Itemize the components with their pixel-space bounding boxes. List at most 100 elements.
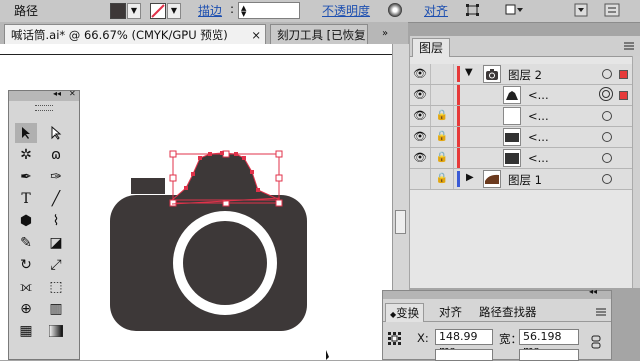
tab-document-inactive[interactable]: 刻刀工具 [已恢复 [270,24,368,44]
sublayer-name[interactable]: <... [528,151,549,165]
lock-icon[interactable]: 🔒 [431,148,454,168]
constrain-proportions-icon[interactable] [589,335,603,349]
layer-name[interactable]: 图层 1 [508,172,542,188]
chart-tool-icon[interactable]: ▥ [45,299,67,319]
y-field[interactable] [435,349,493,361]
lock-slot[interactable] [431,85,454,105]
curvature-tool-icon[interactable]: ✑ [45,167,67,187]
lens-inner[interactable] [183,221,267,305]
reference-point-icon[interactable] [387,331,403,347]
tab-align[interactable]: 对齐 [435,303,466,321]
lock-icon[interactable]: 🔒 [431,127,454,147]
panel-menu-icon[interactable] [574,3,588,17]
width-tool-icon[interactable]: ⟗ [15,277,37,297]
collapse-triangle-icon[interactable]: ▶ [466,172,474,183]
layers-tab[interactable]: 图层 [412,38,451,57]
selection-indicator[interactable] [619,91,628,100]
eye-icon[interactable]: 👁 [410,64,431,84]
shape-builder-tool-icon[interactable]: ⊕ [15,299,37,319]
sublayer-name[interactable]: <... [528,88,549,102]
stroke-dropdown[interactable]: ▼ [167,3,181,19]
target-circle-selected-icon[interactable] [599,87,613,101]
stroke-weight-field[interactable]: ▲ ▼ [238,2,300,19]
lock-slot[interactable] [431,64,454,84]
stroke-swatch[interactable] [150,3,166,19]
eraser-tool-icon[interactable]: ◪ [45,233,67,253]
lock-icon[interactable]: 🔒 [431,169,454,189]
type-tool-icon[interactable]: T [15,189,37,209]
eye-icon[interactable]: 👁 [410,106,431,126]
layer-name[interactable]: 图层 2 [508,67,542,83]
layer-color-bar [457,85,460,105]
layer-row-layer1[interactable]: 🔒 ▶ 图层 1 [410,169,632,190]
free-transform-tool-icon[interactable]: ⬚ [45,277,67,297]
collapse-icon[interactable]: ◂◂ [589,287,597,296]
target-circle-icon[interactable] [602,153,612,163]
sublayer-name[interactable]: <... [528,109,549,123]
arrange-icon[interactable] [505,3,525,17]
stepper-icon[interactable]: ▲ ▼ [241,5,246,18]
cursor-arrow-icon [326,350,329,360]
target-circle-icon[interactable] [602,132,612,142]
sublayer-row[interactable]: 👁 🔒 <... [410,127,632,148]
scale-tool-icon[interactable]: ⤢ [45,255,67,275]
tools-panel-header[interactable]: ◂◂ ✕ [9,89,79,101]
collapse-icon[interactable]: ◂◂ [53,89,61,98]
h-field[interactable] [519,349,579,361]
fill-swatch[interactable] [110,3,126,19]
opacity-label[interactable]: 不透明度 [322,2,370,20]
recolor-icon[interactable] [388,3,402,17]
fill-dropdown[interactable]: ▼ [127,3,141,19]
paintbrush-tool-icon[interactable]: ⌇ [45,211,67,231]
layers-panel: 图层 👁 ▼ 图层 2 👁 <... 👁 🔒 <... 👁 🔒 <... 👁 🔒… [410,36,640,288]
rotate-tool-icon[interactable]: ↻ [15,255,37,275]
close-panel-icon[interactable]: ✕ [69,89,76,98]
line-tool-icon[interactable]: ╱ [45,189,67,209]
sublayer-row[interactable]: 👁 🔒 <... [410,148,632,169]
sublayer-row[interactable]: 👁 <... [410,85,632,106]
tab-document-active[interactable]: 喊话筒.ai* @ 66.67% (CMYK/GPU 预览) × [4,24,266,44]
layers-scrollbar[interactable] [632,56,640,288]
sublayer-row[interactable]: 👁 🔒 <... [410,106,632,127]
mesh-tool-icon[interactable]: ▦ [15,321,37,341]
pen-tool-icon[interactable]: ✒ [15,167,37,187]
transform-panel: ◂◂ ◆变换 对齐 路径查找器 X: 148.99 mr 宽： 56.198 m… [382,287,612,361]
target-circle-icon[interactable] [602,69,612,79]
sublayer-thumbnail [503,86,521,104]
target-circle-icon[interactable] [602,174,612,184]
transform-menu-icon[interactable] [595,306,607,316]
eye-icon[interactable]: 👁 [410,148,431,168]
direct-selection-tool-icon[interactable] [45,123,67,143]
selection-indicator[interactable] [619,70,628,79]
align-label[interactable]: 对齐 [424,2,448,20]
eye-icon[interactable]: 👁 [410,85,431,105]
transform-icon[interactable] [465,3,480,17]
expand-triangle-icon[interactable]: ▼ [465,67,473,78]
lock-icon[interactable]: 🔒 [431,106,454,126]
eye-icon[interactable]: 👁 [410,127,431,147]
tab-overflow-icon[interactable]: » [382,28,388,39]
tab-pathfinder[interactable]: 路径查找器 [475,303,541,321]
x-field[interactable]: 148.99 mr [435,329,493,357]
stroke-label[interactable]: 描边 [198,2,222,20]
lasso-tool-icon[interactable]: ɷ [45,145,67,165]
target-circle-icon[interactable] [602,111,612,121]
eye-slot[interactable] [410,169,431,189]
polygon-tool-icon[interactable]: ⬢ [15,211,37,231]
tab-transform[interactable]: ◆变换 [385,303,425,322]
magic-wand-tool-icon[interactable]: ✲ [15,145,37,165]
panel-grip[interactable] [35,105,53,111]
layers-menu-icon[interactable] [622,40,636,52]
layer-row-layer2[interactable]: 👁 ▼ 图层 2 [410,64,632,85]
w-field[interactable]: 56.198 mr [519,329,579,357]
pencil-tool-icon[interactable]: ✎ [15,233,37,253]
scroll-thumb[interactable] [395,210,406,234]
close-tab-icon[interactable]: × [251,25,261,45]
options-icon[interactable] [604,3,620,17]
selection-tool-icon[interactable] [15,123,37,143]
gradient-tool-icon[interactable] [45,321,67,341]
transform-panel-header[interactable]: ◂◂ [383,287,611,299]
sublayer-name[interactable]: <... [528,130,549,144]
document-tab-bar: 喊话筒.ai* @ 66.67% (CMYK/GPU 预览) × 刻刀工具 [已… [0,22,408,45]
camera-flash[interactable] [131,178,165,194]
